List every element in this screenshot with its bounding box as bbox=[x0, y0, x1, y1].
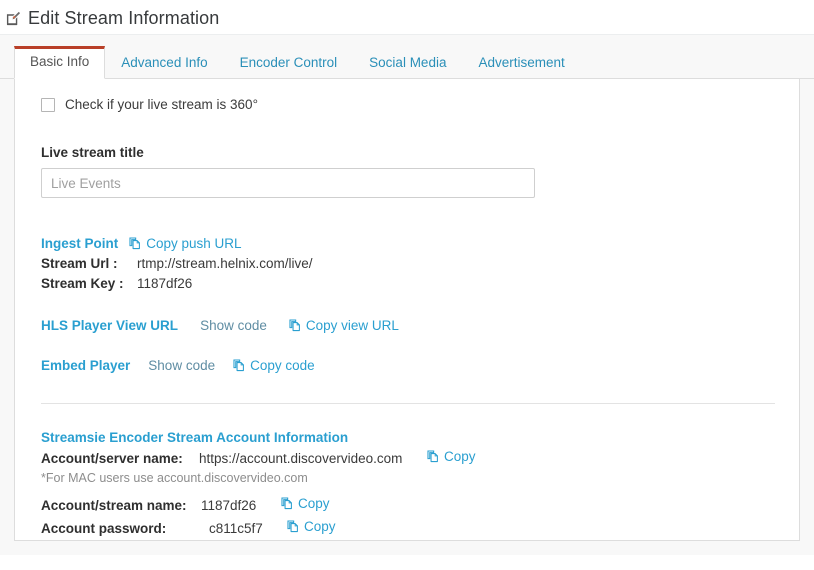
encoder-account-heading: Streamsie Encoder Stream Account Informa… bbox=[41, 430, 349, 445]
stream-url-value: rtmp://stream.helnix.com/live/ bbox=[137, 256, 313, 271]
page-title: Edit Stream Information bbox=[28, 8, 220, 28]
copy-embed-code-label: Copy code bbox=[250, 358, 315, 373]
copy-icon bbox=[129, 237, 142, 250]
account-stream-name-row: Account/stream name: 1187df26 Copy bbox=[41, 496, 787, 513]
live-stream-title-input[interactable] bbox=[41, 168, 535, 198]
copy-icon bbox=[233, 359, 246, 372]
checkbox-360-row: Check if your live stream is 360° bbox=[41, 97, 787, 112]
tab-advanced-info[interactable]: Advanced Info bbox=[105, 47, 223, 79]
tab-social-media[interactable]: Social Media bbox=[353, 47, 462, 79]
stream-url-label: Stream Url : bbox=[41, 256, 118, 271]
copy-icon bbox=[281, 497, 294, 510]
tab-bar: Basic Info Advanced Info Encoder Control… bbox=[0, 45, 814, 79]
basic-info-panel: Check if your live stream is 360° Live s… bbox=[14, 79, 800, 541]
hls-player-row: HLS Player View URL Show code Copy view … bbox=[41, 318, 787, 333]
copy-password-label: Copy bbox=[304, 519, 336, 534]
section-divider bbox=[41, 403, 775, 404]
account-password-row: Account password: c811c5f7 Copy bbox=[41, 519, 787, 536]
checkbox-360-label: Check if your live stream is 360° bbox=[65, 97, 258, 112]
account-password-label: Account password: bbox=[41, 521, 167, 536]
copy-icon bbox=[287, 520, 300, 533]
embed-player-row: Embed Player Show code Copy code bbox=[41, 358, 787, 373]
copy-push-url-button[interactable]: Copy push URL bbox=[129, 236, 242, 251]
copy-push-url-label: Copy push URL bbox=[146, 236, 242, 251]
tab-encoder-control[interactable]: Encoder Control bbox=[224, 47, 354, 79]
account-stream-name-value: 1187df26 bbox=[201, 498, 257, 513]
encoder-account-block: Streamsie Encoder Stream Account Informa… bbox=[41, 430, 787, 536]
account-server-row: Account/server name: https://account.dis… bbox=[41, 449, 787, 466]
tab-advertisement[interactable]: Advertisement bbox=[462, 47, 580, 79]
stream-key-value: 1187df26 bbox=[137, 276, 193, 291]
copy-stream-name-label: Copy bbox=[298, 496, 330, 511]
account-server-value: https://account.discovervideo.com bbox=[199, 451, 403, 466]
copy-view-url-label: Copy view URL bbox=[305, 318, 399, 333]
account-password-value: c811c5f7 bbox=[209, 521, 263, 536]
copy-icon bbox=[289, 319, 302, 332]
copy-server-name-label: Copy bbox=[444, 449, 476, 464]
copy-icon bbox=[427, 450, 440, 463]
account-stream-name-label: Account/stream name: bbox=[41, 498, 187, 513]
stream-key-row: Stream Key : 1187df26 bbox=[41, 276, 787, 291]
copy-server-name-button[interactable]: Copy bbox=[427, 449, 476, 464]
copy-password-button[interactable]: Copy bbox=[287, 519, 336, 534]
page-header: Edit Stream Information bbox=[0, 0, 814, 35]
ingest-point-heading: Ingest Point bbox=[41, 236, 119, 251]
mac-users-note: *For MAC users use account.discovervideo… bbox=[41, 471, 308, 485]
edit-pencil-square-icon bbox=[6, 11, 21, 26]
copy-embed-code-button[interactable]: Copy code bbox=[233, 358, 315, 373]
copy-view-url-button[interactable]: Copy view URL bbox=[289, 318, 399, 333]
ingest-point-block: Ingest Point Copy push URL Stream Url : … bbox=[41, 236, 787, 291]
tab-region: Basic Info Advanced Info Encoder Control… bbox=[0, 35, 814, 555]
copy-stream-name-button[interactable]: Copy bbox=[281, 496, 330, 511]
hls-show-code-button[interactable]: Show code bbox=[200, 318, 267, 333]
stream-key-label: Stream Key : bbox=[41, 276, 124, 291]
embed-show-code-button[interactable]: Show code bbox=[148, 358, 215, 373]
ingest-point-header-row: Ingest Point Copy push URL bbox=[41, 236, 787, 251]
checkbox-360[interactable] bbox=[41, 97, 55, 112]
live-stream-title-label: Live stream title bbox=[41, 145, 144, 160]
embed-player-heading: Embed Player bbox=[41, 358, 131, 373]
hls-player-heading: HLS Player View URL bbox=[41, 318, 179, 333]
stream-url-row: Stream Url : rtmp://stream.helnix.com/li… bbox=[41, 256, 787, 271]
tab-basic-info[interactable]: Basic Info bbox=[14, 45, 106, 79]
account-server-label: Account/server name: bbox=[41, 451, 183, 466]
